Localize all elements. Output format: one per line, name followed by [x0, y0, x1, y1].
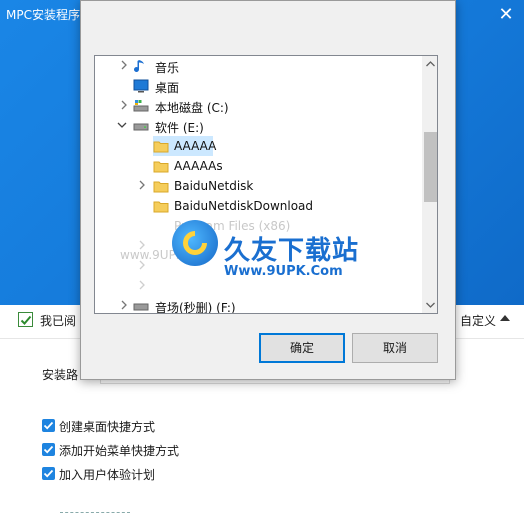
folder-icon [153, 201, 169, 213]
scroll-up-arrow-icon[interactable] [422, 56, 438, 73]
checkbox-checked[interactable] [42, 443, 55, 456]
chevron-right-icon[interactable] [119, 100, 129, 110]
checkbox-checked[interactable] [42, 467, 55, 480]
tree-item-label: BaiduNetdiskDownload [174, 199, 314, 213]
tree-item-baidunetdisk[interactable]: BaiduNetdisk [95, 176, 421, 196]
chevron-right-icon[interactable] [137, 180, 147, 190]
check-icon [43, 469, 54, 478]
scroll-down-arrow-icon[interactable] [422, 296, 438, 313]
tree-item-label: 桌面 [155, 81, 180, 95]
tree-item-label: AAAAA [174, 139, 217, 153]
option-label: 添加开始菜单快捷方式 [59, 444, 180, 458]
installer-title: MPC安装程序 [6, 8, 80, 22]
scroll-thumb[interactable] [424, 132, 437, 202]
desktop-icon [133, 79, 149, 93]
chevron-down-icon[interactable] [117, 120, 127, 130]
option-label: 创建桌面快捷方式 [59, 420, 156, 434]
tree-item-desktop[interactable]: 桌面 [95, 76, 421, 96]
check-icon [43, 445, 54, 454]
tree-item-aaaaa[interactable]: AAAAA [95, 136, 421, 156]
watermark-url: Www.9UPK.Com [224, 264, 343, 279]
tree-item-aaaaas[interactable]: AAAAAs [95, 156, 421, 176]
tree-item-baidunetdiskdownload[interactable]: BaiduNetdiskDownload [95, 196, 421, 216]
tree-item-label: 软件 (E:) [155, 121, 204, 135]
ok-button[interactable]: 确定 [259, 333, 345, 363]
tree-item-label: BaiduNetdisk [174, 179, 254, 193]
close-icon[interactable]: ✕ [494, 4, 518, 28]
drive-icon [133, 123, 149, 131]
chevron-right-icon[interactable] [119, 60, 129, 70]
music-note-icon [134, 60, 144, 72]
check-icon [43, 421, 54, 430]
check-icon [20, 315, 32, 325]
agree-checkbox[interactable] [18, 312, 33, 327]
tree-item-label: 音乐 [155, 61, 180, 75]
checkbox-checked[interactable] [42, 419, 55, 432]
tree-item-label: 音场(秒删) (F:) [155, 301, 236, 314]
tree-item-drive-c[interactable]: 本地磁盘 (C:) [95, 96, 421, 116]
cancel-button[interactable]: 取消 [352, 333, 438, 363]
option-label: 加入用户体验计划 [59, 468, 156, 482]
folder-icon [153, 141, 169, 153]
folder-icon [153, 181, 169, 193]
browse-folder-dialog: 音乐 桌面 本地磁盘 (C:) 软件 (E:) AAAAA AAAAAs Bai… [80, 0, 456, 380]
tree-item-music[interactable]: 音乐 [95, 56, 421, 76]
watermark: www.9UPK.com 久友下载站 Www.9UPK.Com [120, 220, 390, 300]
folder-icon [153, 161, 169, 173]
watermark-brand: 久友下载站 [224, 236, 360, 266]
tree-item-drive-e[interactable]: 软件 (E:) [95, 116, 421, 136]
tree-item-label: 本地磁盘 (C:) [155, 101, 229, 115]
watermark-logo-icon [172, 220, 218, 266]
drive-icon [133, 303, 149, 311]
tree-item-label: AAAAAs [174, 159, 223, 173]
agree-label[interactable]: 我已阅 [40, 312, 76, 329]
footer-link-underline [60, 512, 130, 516]
chevron-right-icon[interactable] [119, 300, 129, 310]
drive-icon [133, 100, 149, 112]
tree-scrollbar[interactable] [422, 56, 438, 313]
install-dir-label: 安装路 [42, 368, 79, 382]
chevron-up-icon[interactable] [500, 314, 510, 322]
custom-install-link[interactable]: 自定义 [460, 312, 496, 329]
